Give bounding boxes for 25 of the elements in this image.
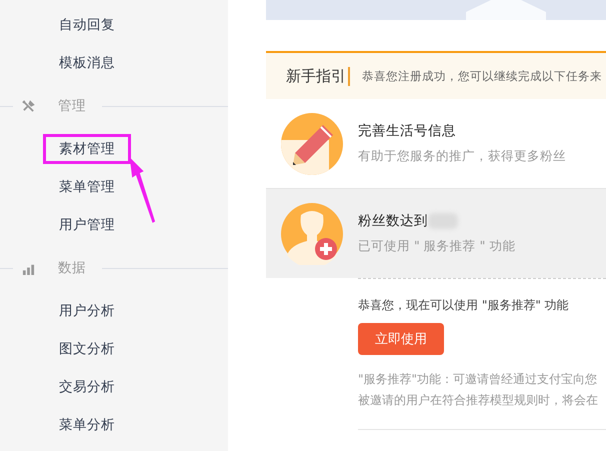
detail-message: 恭喜您，现在可以使用 "服务推荐" 功能 [358,297,569,314]
sidebar-item[interactable]: 菜单管理 [43,172,131,202]
sidebar-item[interactable]: 用户管理 [43,210,131,240]
task-title: 完善生活号信息 [358,122,456,140]
task-row[interactable]: 粉丝数达到 已可使用 " 服务推荐 " 功能 [266,189,606,278]
task-description: 已可使用 " 服务推荐 " 功能 [358,238,516,255]
task-description: 有助于您服务的推广，获得更多粉丝 [358,148,566,165]
wrench-icon [22,100,35,112]
sidebar-item[interactable]: 模板消息 [43,48,131,78]
note-text: "服务推荐"功能：可邀请曾经通过支付宝向您 [358,371,598,388]
sidebar-item[interactable]: 素材管理 [43,134,131,164]
sidebar-item[interactable]: 菜单分析 [43,410,131,440]
section-title: 管理 [57,97,87,115]
sidebar-item[interactable]: 图文分析 [43,334,131,364]
task-title: 粉丝数达到 [358,212,428,230]
pencil-icon [281,112,343,174]
guide-title: 新手指引 [286,66,350,86]
note-text: 被邀请的用户在符合推荐模型规则时，将会在 [358,392,598,409]
sidebar-item[interactable]: 交易分析 [43,372,131,402]
section-title: 数据 [57,259,87,277]
sidebar-item[interactable]: 自动回复 [43,10,131,40]
user-add-icon [281,202,343,264]
sidebar-item[interactable]: 用户分析 [43,296,131,326]
guide-subtitle: 恭喜您注册成功，您可以继续完成以下任务来 [362,68,602,84]
task-row[interactable]: 完善生活号信息 有助于您服务的推广，获得更多粉丝 [266,99,606,189]
